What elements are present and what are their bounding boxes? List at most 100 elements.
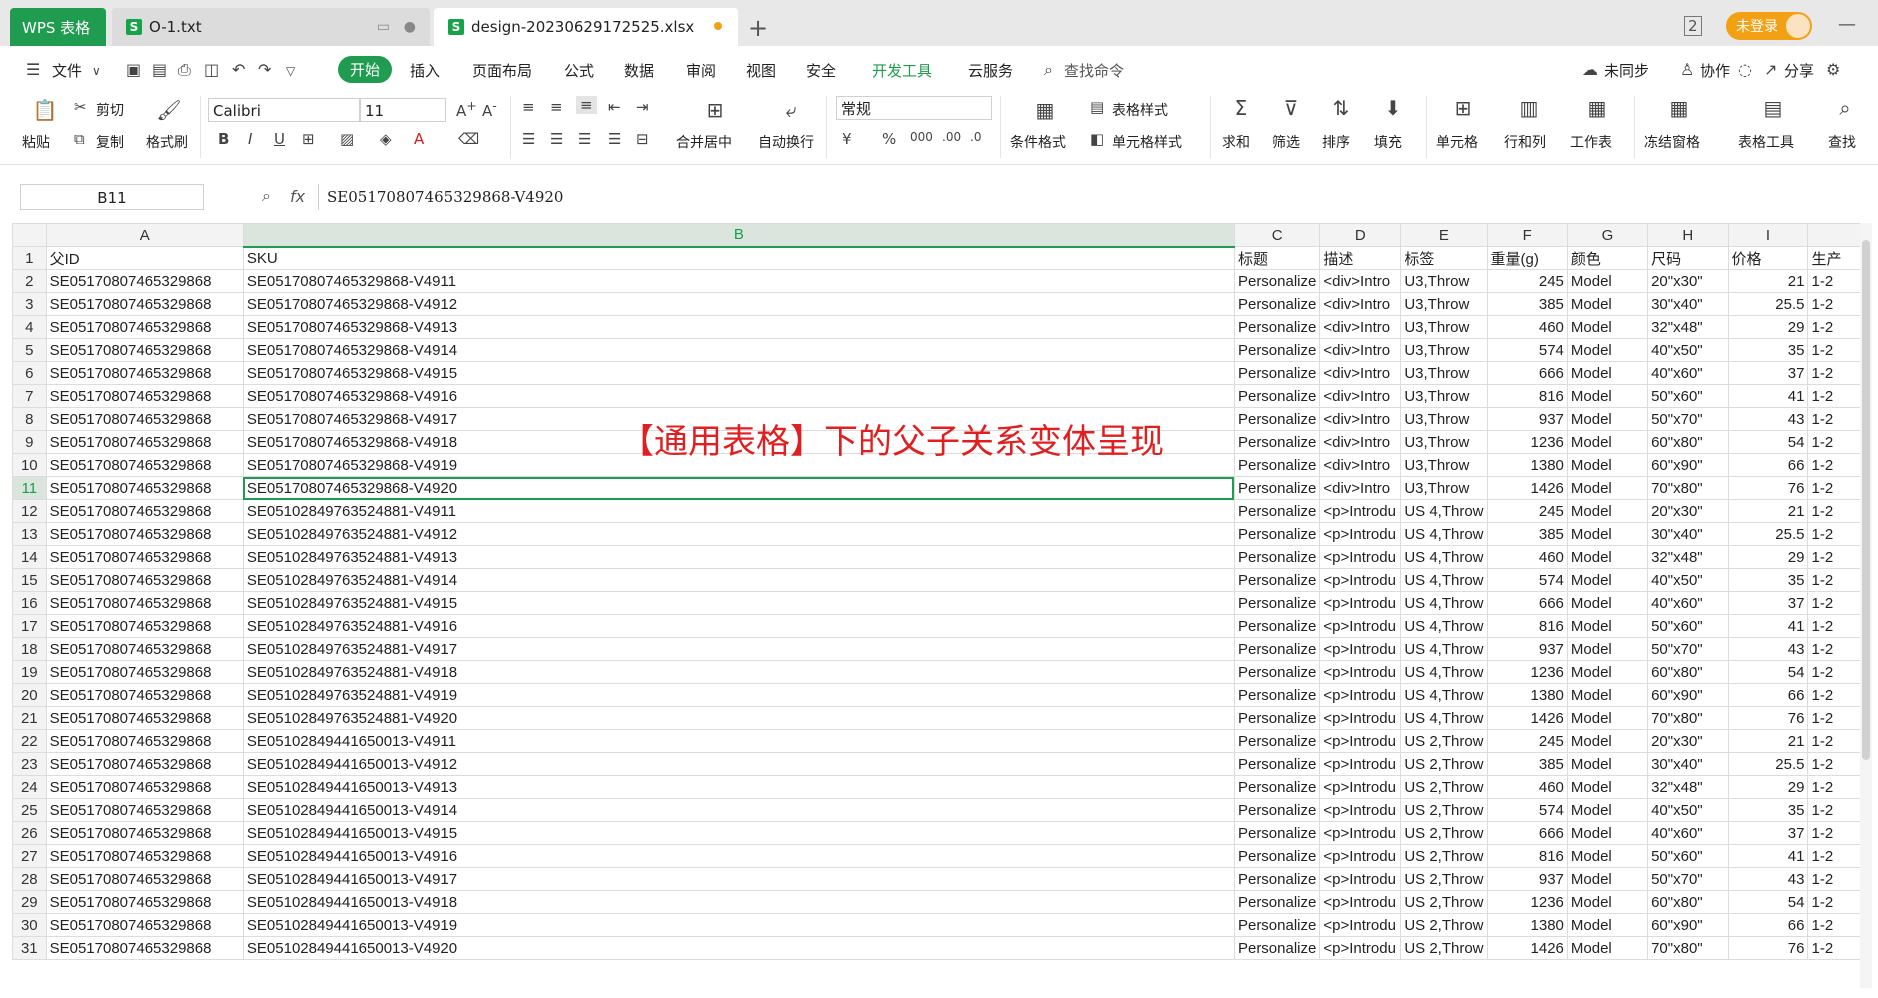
column-header-F[interactable]: F (1486, 223, 1568, 247)
undo-icon[interactable]: ↶ (232, 60, 245, 79)
cell[interactable]: 245 (1486, 729, 1568, 753)
save-icon[interactable]: ▣ (126, 60, 141, 79)
cell[interactable]: 1-2 (1807, 775, 1868, 799)
cell[interactable]: 20"x30" (1647, 499, 1729, 523)
cell[interactable]: SE05170807465329868 (45, 890, 244, 914)
tab-view[interactable]: 视图 (746, 60, 776, 81)
cell[interactable]: US 2,Throw (1400, 913, 1488, 937)
cell[interactable]: U3,Throw (1400, 384, 1488, 408)
cell[interactable]: 描述 (1319, 246, 1402, 270)
cell[interactable]: SE05170807465329868-V4911 (242, 269, 1235, 293)
cell[interactable]: 35 (1727, 798, 1809, 822)
cell[interactable]: 70"x80" (1647, 706, 1729, 730)
cell[interactable]: SE05102849441650013-V4911 (242, 729, 1235, 753)
cell[interactable]: <div>Intro (1319, 453, 1402, 477)
cell[interactable]: 60"x80" (1647, 430, 1729, 454)
cell[interactable]: 41 (1727, 384, 1809, 408)
cell[interactable]: 70"x80" (1647, 936, 1729, 960)
cell[interactable]: 32"x48" (1647, 315, 1729, 339)
cell[interactable]: <div>Intro (1319, 476, 1402, 500)
sort-button[interactable]: 排序 (1322, 132, 1350, 152)
formula-input[interactable]: SE05170807465329868-V4920 (318, 184, 1858, 210)
cell[interactable]: Personalize (1233, 706, 1321, 730)
cell[interactable]: Model (1566, 269, 1649, 293)
cell[interactable]: <p>Introdu (1319, 614, 1402, 638)
cell[interactable]: SE05102849441650013-V4915 (242, 821, 1235, 845)
cell[interactable]: 937 (1486, 867, 1568, 891)
fill-icon[interactable]: ⬇ (1378, 96, 1408, 120)
underline-icon[interactable]: U (274, 130, 285, 148)
new-tab-plus-icon[interactable]: + (748, 14, 768, 42)
command-search[interactable]: 查找命令 (1064, 60, 1124, 81)
cell[interactable]: Personalize (1233, 936, 1321, 960)
row-header[interactable]: 21 (12, 706, 47, 730)
cell[interactable]: SE05102849763524881-V4914 (242, 568, 1235, 592)
row-header[interactable]: 12 (12, 499, 47, 523)
cell[interactable]: 1-2 (1807, 453, 1868, 477)
cell[interactable]: SE05170807465329868 (45, 729, 244, 753)
borders-icon[interactable]: ⊞ (302, 130, 315, 148)
cell[interactable]: 666 (1486, 821, 1568, 845)
cell[interactable]: SE05170807465329868 (45, 660, 244, 684)
cell[interactable]: 重量(g) (1486, 246, 1568, 270)
cell[interactable]: US 4,Throw (1400, 706, 1488, 730)
align-left-icon[interactable]: ☰ (522, 130, 535, 148)
font-color-icon[interactable]: A (414, 130, 424, 148)
cell[interactable]: 32"x48" (1647, 545, 1729, 569)
cell[interactable]: Model (1566, 591, 1649, 615)
cell[interactable]: Model (1566, 476, 1649, 500)
cell[interactable]: 385 (1486, 522, 1568, 546)
cell[interactable]: Personalize (1233, 798, 1321, 822)
cell[interactable]: US 4,Throw (1400, 499, 1488, 523)
cell[interactable]: 20"x30" (1647, 269, 1729, 293)
cell[interactable]: Model (1566, 545, 1649, 569)
cell[interactable]: 标签 (1400, 246, 1488, 270)
distribute-icon[interactable]: ⊟ (636, 130, 649, 148)
column-header-B[interactable]: B (242, 223, 1235, 248)
cell[interactable]: Model (1566, 660, 1649, 684)
name-box[interactable]: B11 (20, 184, 204, 210)
row-header[interactable]: 3 (12, 292, 47, 316)
cell[interactable]: Personalize (1233, 430, 1321, 454)
cell[interactable]: 1-2 (1807, 476, 1868, 500)
cell[interactable]: <p>Introdu (1319, 568, 1402, 592)
row-header[interactable]: 22 (12, 729, 47, 753)
cell[interactable]: 41 (1727, 844, 1809, 868)
cell[interactable]: 1-2 (1807, 729, 1868, 753)
file-menu[interactable]: 文件 (52, 60, 82, 81)
number-format-select[interactable]: 常规 (836, 96, 992, 120)
tab-insert[interactable]: 插入 (410, 60, 440, 81)
cell[interactable]: SE05170807465329868 (45, 821, 244, 845)
cell[interactable]: SE05102849441650013-V4916 (242, 844, 1235, 868)
cell[interactable]: 1380 (1486, 913, 1568, 937)
column-header-A[interactable]: A (45, 223, 244, 247)
column-header-E[interactable]: E (1400, 223, 1488, 247)
window-count-icon[interactable]: 2 (1684, 16, 1702, 36)
login-button[interactable]: 未登录 (1726, 12, 1812, 40)
cell[interactable]: 40"x60" (1647, 591, 1729, 615)
cell[interactable]: Personalize (1233, 499, 1321, 523)
sum-icon[interactable]: Σ (1226, 96, 1256, 120)
cell[interactable]: 1-2 (1807, 752, 1868, 776)
cell[interactable]: 30"x40" (1647, 752, 1729, 776)
cell[interactable]: 尺码 (1647, 246, 1729, 270)
cell[interactable]: SE05102849763524881-V4912 (242, 522, 1235, 546)
cell[interactable]: 29 (1727, 315, 1809, 339)
cell[interactable]: 价格 (1727, 246, 1809, 270)
cell[interactable]: Model (1566, 706, 1649, 730)
cell[interactable]: <p>Introdu (1319, 545, 1402, 569)
cell[interactable]: 76 (1727, 936, 1809, 960)
cell[interactable]: 460 (1486, 315, 1568, 339)
cell[interactable]: 43 (1727, 867, 1809, 891)
cell[interactable]: 1380 (1486, 683, 1568, 707)
row-header[interactable]: 4 (12, 315, 47, 339)
cell[interactable]: Personalize (1233, 522, 1321, 546)
fill-color-icon[interactable]: ▨ (340, 130, 354, 148)
cell[interactable]: SE05102849763524881-V4916 (242, 614, 1235, 638)
cell[interactable]: US 2,Throw (1400, 844, 1488, 868)
cell[interactable]: 43 (1727, 637, 1809, 661)
cell[interactable]: Personalize (1233, 338, 1321, 362)
cell[interactable]: 1-2 (1807, 407, 1868, 431)
cell[interactable]: SE05170807465329868 (45, 936, 244, 960)
cell[interactable]: SE05170807465329868 (45, 499, 244, 523)
